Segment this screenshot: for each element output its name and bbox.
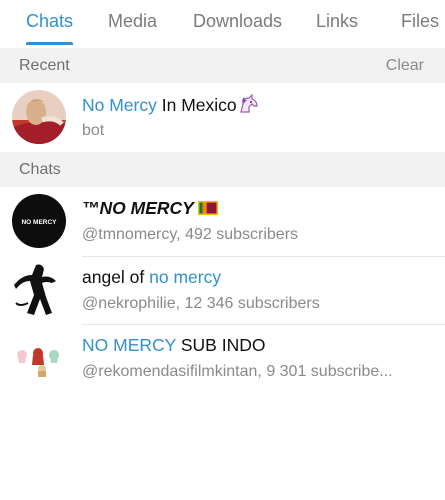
recent-item-no-mercy-in-mexico[interactable]: No Mercy In Mexico bot xyxy=(0,84,445,152)
clear-recent-button[interactable]: Clear xyxy=(386,57,424,75)
chat-subtitle: @nekrophilie, 12 346 subscribers xyxy=(82,295,320,312)
tab-links[interactable]: Links xyxy=(316,11,358,32)
tab-chats[interactable]: Chats xyxy=(26,11,73,32)
recent-section-label: Recent xyxy=(19,57,70,74)
sri-lanka-flag-icon xyxy=(198,199,219,220)
active-tab-indicator xyxy=(26,42,73,45)
chats-section-header: Chats xyxy=(0,152,445,187)
chat-title: NO MERCY SUB INDO xyxy=(82,335,266,355)
chats-section-label: Chats xyxy=(19,161,61,178)
chat-title: No Mercy In Mexico xyxy=(82,93,259,119)
chat-item-tmnomercy[interactable]: NO MERCY ™NO MERCY @tmnomercy, 492 subsc… xyxy=(0,188,445,256)
avatar xyxy=(12,263,66,317)
tab-media[interactable]: Media xyxy=(108,11,157,32)
chat-subtitle: bot xyxy=(82,122,105,139)
chat-item-nekrophilie[interactable]: angel of no mercy @nekrophilie, 12 346 s… xyxy=(0,257,445,325)
chat-subtitle: @tmnomercy, 492 subscribers xyxy=(82,226,299,243)
chat-subtitle: @rekomendasifilmkintan, 9 301 subscribe.… xyxy=(82,363,393,380)
chat-title: angel of no mercy xyxy=(82,267,222,287)
avatar: NO MERCY xyxy=(12,194,66,248)
avatar xyxy=(12,331,66,385)
tab-downloads[interactable]: Downloads xyxy=(193,11,282,32)
avatar xyxy=(12,90,66,144)
tab-files[interactable]: Files xyxy=(401,11,439,32)
tab-bar: Chats Media Downloads Links Files xyxy=(0,0,445,47)
avatar-text: NO MERCY xyxy=(21,219,57,226)
chat-title: ™NO MERCY xyxy=(82,198,219,220)
recent-section-header: Recent Clear xyxy=(0,48,445,83)
unicorn-icon xyxy=(237,93,259,119)
chat-item-rekomendasifilmkintan[interactable]: NO MERCY SUB INDO @rekomendasifilmkintan… xyxy=(0,325,445,393)
